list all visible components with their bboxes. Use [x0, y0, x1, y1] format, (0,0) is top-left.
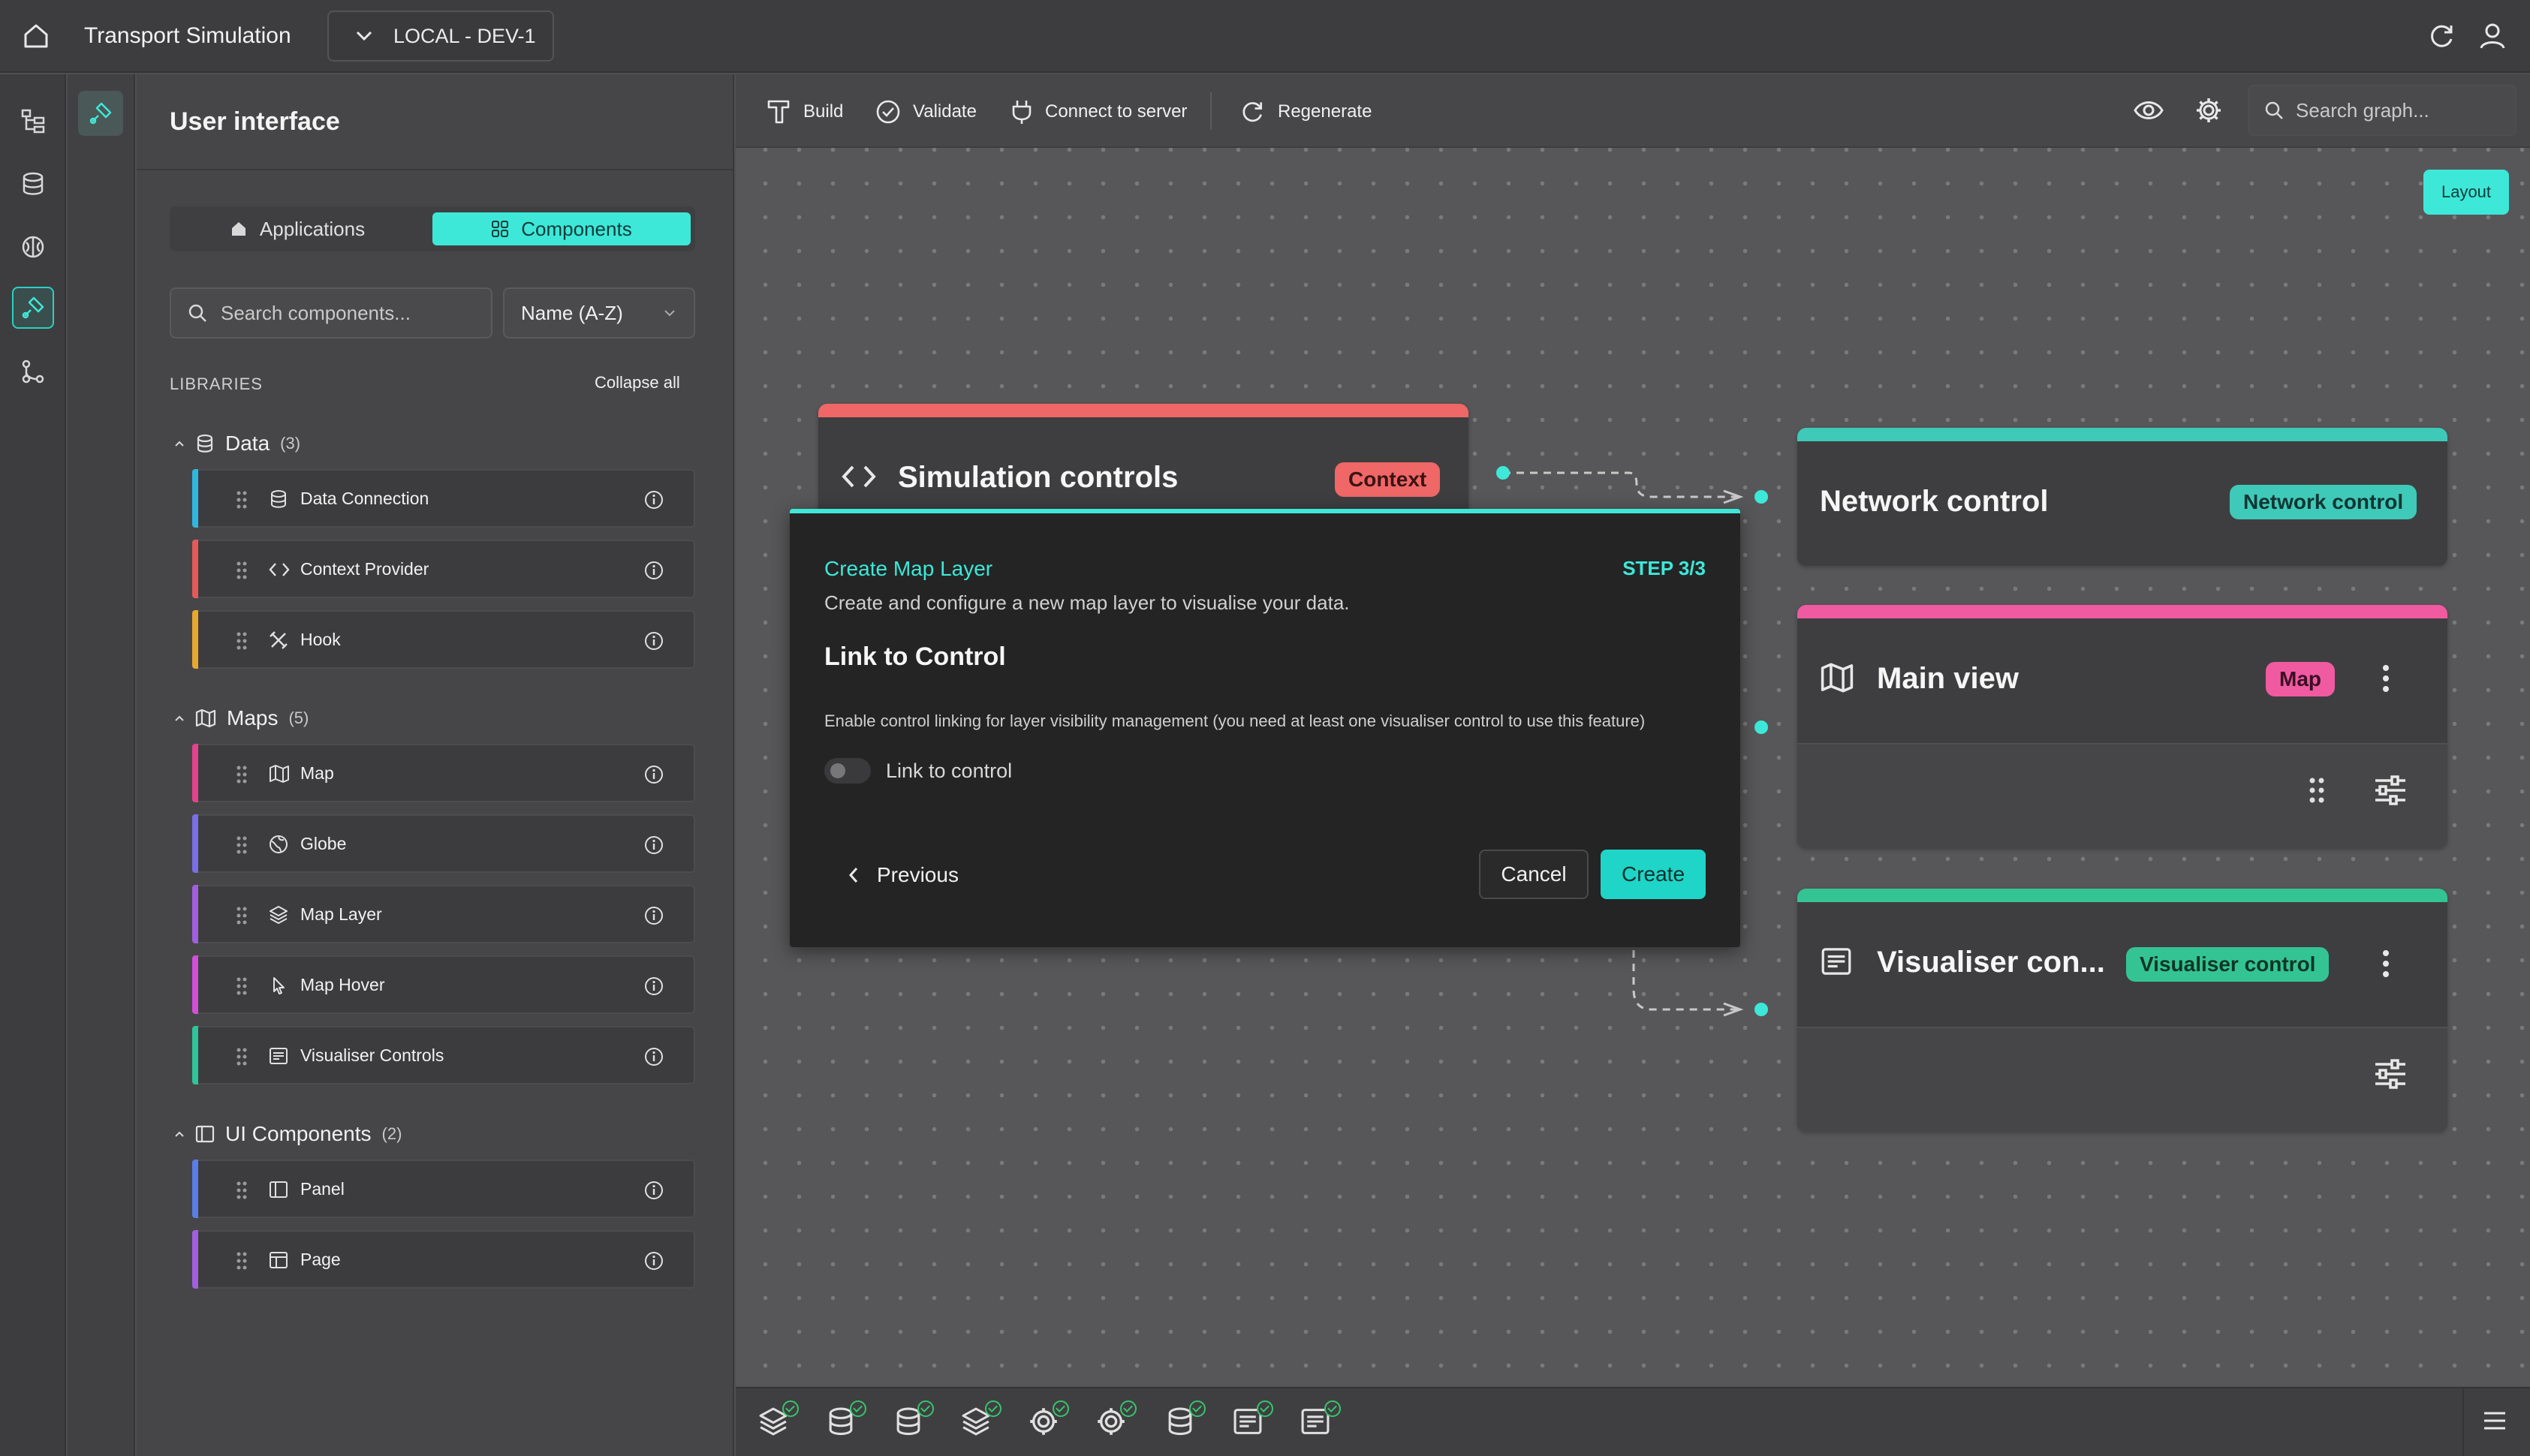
check-icon — [917, 1400, 934, 1417]
plug-icon — [1012, 101, 1032, 124]
regenerate-label: Regenerate — [1278, 101, 1372, 122]
dialog-title: Create Map Layer — [824, 557, 993, 580]
gear-icon[interactable] — [1029, 1400, 1069, 1442]
code-icon — [842, 465, 876, 488]
drag-handle-icon[interactable] — [2308, 776, 2326, 805]
node-badge: Network control — [2230, 485, 2417, 519]
create-map-layer-dialog: Create Map Layer STEP 3/3 Create and con… — [790, 509, 1740, 947]
list-icon[interactable] — [1300, 1400, 1341, 1442]
port-dot — [1754, 720, 1768, 734]
dialog-heading: Link to Control — [824, 642, 1006, 671]
node-badge: Map — [2266, 662, 2335, 696]
chevron-left-icon — [848, 868, 858, 883]
node-accent — [1797, 889, 2447, 902]
refresh-icon — [1242, 102, 1263, 122]
more-vertical-icon[interactable] — [2381, 663, 2390, 693]
check-icon — [1189, 1400, 1206, 1417]
database-icon[interactable] — [893, 1400, 934, 1442]
check-icon — [1324, 1400, 1341, 1417]
node-accent — [1797, 428, 2447, 441]
build-label: Build — [803, 101, 844, 122]
graph-toolbar: Build Validate Connect to server Regener… — [736, 74, 2530, 148]
check-icon — [782, 1400, 799, 1417]
port-dot — [1754, 490, 1768, 504]
build-button[interactable]: Build — [766, 97, 843, 127]
validate-button[interactable]: Validate — [875, 97, 977, 127]
node-simulation-controls[interactable]: Simulation controls Context — [818, 404, 1468, 524]
list-icon[interactable] — [1233, 1400, 1273, 1442]
graph-search[interactable] — [2248, 85, 2516, 136]
dialog-step: STEP 3/3 — [1622, 557, 1706, 579]
create-button[interactable]: Create — [1601, 850, 1706, 899]
bottom-divider — [2462, 1388, 2464, 1456]
validate-label: Validate — [913, 101, 977, 122]
node-footer — [1797, 743, 2447, 848]
node-footer — [1797, 1027, 2447, 1132]
port-dot — [1754, 1003, 1768, 1016]
check-icon — [985, 1400, 1001, 1417]
node-accent — [1797, 605, 2447, 618]
node-accent — [818, 404, 1468, 417]
eye-icon[interactable] — [2134, 97, 2164, 124]
graph-search-input[interactable] — [2296, 98, 2513, 122]
map-icon — [1821, 663, 1854, 693]
sliders-icon[interactable] — [2374, 775, 2407, 806]
bottom-status-bar — [736, 1387, 2530, 1456]
port-dot — [1496, 466, 1510, 480]
check-icon — [850, 1400, 866, 1417]
node-network-control[interactable]: Network control Network control — [1797, 428, 2447, 566]
link-to-control-toggle[interactable] — [824, 758, 871, 784]
layers-icon[interactable] — [961, 1400, 1001, 1442]
cancel-button[interactable]: Cancel — [1479, 850, 1589, 899]
gear-icon[interactable] — [2195, 97, 2222, 124]
connect-label: Connect to server — [1045, 101, 1188, 122]
search-icon — [2265, 101, 2283, 119]
menu-icon[interactable] — [2482, 1409, 2507, 1432]
previous-button[interactable]: Previous — [848, 860, 959, 890]
regenerate-button[interactable]: Regenerate — [1239, 97, 1372, 127]
gear-icon[interactable] — [1096, 1400, 1137, 1442]
node-badge: Visualiser control — [2126, 947, 2330, 982]
database-icon[interactable] — [826, 1400, 866, 1442]
node-main-view[interactable]: Main view Map — [1797, 605, 2447, 848]
list-icon — [1821, 948, 1851, 975]
node-title: Visualiser con... — [1877, 946, 2105, 979]
toggle-label: Link to control — [886, 760, 1013, 782]
check-icon — [1120, 1400, 1137, 1417]
node-title: Simulation controls — [898, 461, 1179, 494]
toolbar-divider — [1210, 92, 1212, 130]
node-visualiser-control[interactable]: Visualiser con... Visualiser control — [1797, 889, 2447, 1132]
layout-button[interactable]: Layout — [2423, 170, 2509, 215]
connect-button[interactable]: Connect to server — [1010, 97, 1187, 127]
database-icon[interactable] — [1165, 1400, 1206, 1442]
hammer-icon — [767, 100, 790, 124]
previous-label: Previous — [877, 863, 959, 886]
dialog-description: Create and configure a new map layer to … — [824, 591, 1350, 614]
sliders-icon[interactable] — [2374, 1058, 2407, 1090]
check-icon — [1053, 1400, 1069, 1417]
node-title: Network control — [1820, 485, 2049, 518]
node-badge: Context — [1335, 462, 1441, 497]
check-circle-icon — [876, 100, 900, 124]
dialog-help-text: Enable control linking for layer visibil… — [824, 711, 1646, 730]
more-vertical-icon[interactable] — [2381, 949, 2390, 979]
check-icon — [1257, 1400, 1273, 1417]
layers-icon[interactable] — [758, 1400, 799, 1442]
node-title: Main view — [1877, 662, 2019, 695]
